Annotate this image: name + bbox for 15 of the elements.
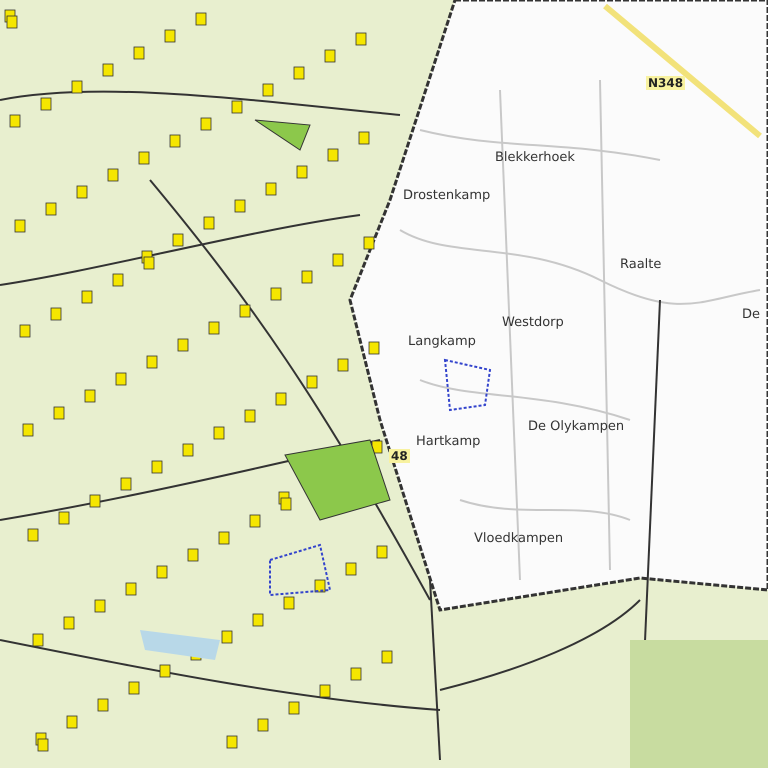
place-label: Langkamp [408, 334, 476, 349]
place-label: Hartkamp [416, 434, 480, 449]
boundary-line [444, 358, 492, 412]
place-label: Westdorp [502, 315, 564, 330]
map-view[interactable]: Blekkerhoek Drostenkamp Raalte De Langkamp Westdorp De Olykampen Hartkamp Vloedkampen N348 48 [0, 0, 768, 768]
place-label: Drostenkamp [403, 188, 490, 203]
road-number-label: 48 [389, 449, 410, 463]
park-area [254, 120, 311, 151]
place-label: De Olykampen [528, 419, 624, 434]
road-number-label: N348 [646, 76, 686, 90]
place-label: Blekkerhoek [495, 150, 575, 165]
place-label: De [742, 307, 760, 322]
place-label: Vloedkampen [474, 531, 564, 546]
place-label: Raalte [620, 257, 662, 272]
boundary-line [269, 544, 332, 596]
